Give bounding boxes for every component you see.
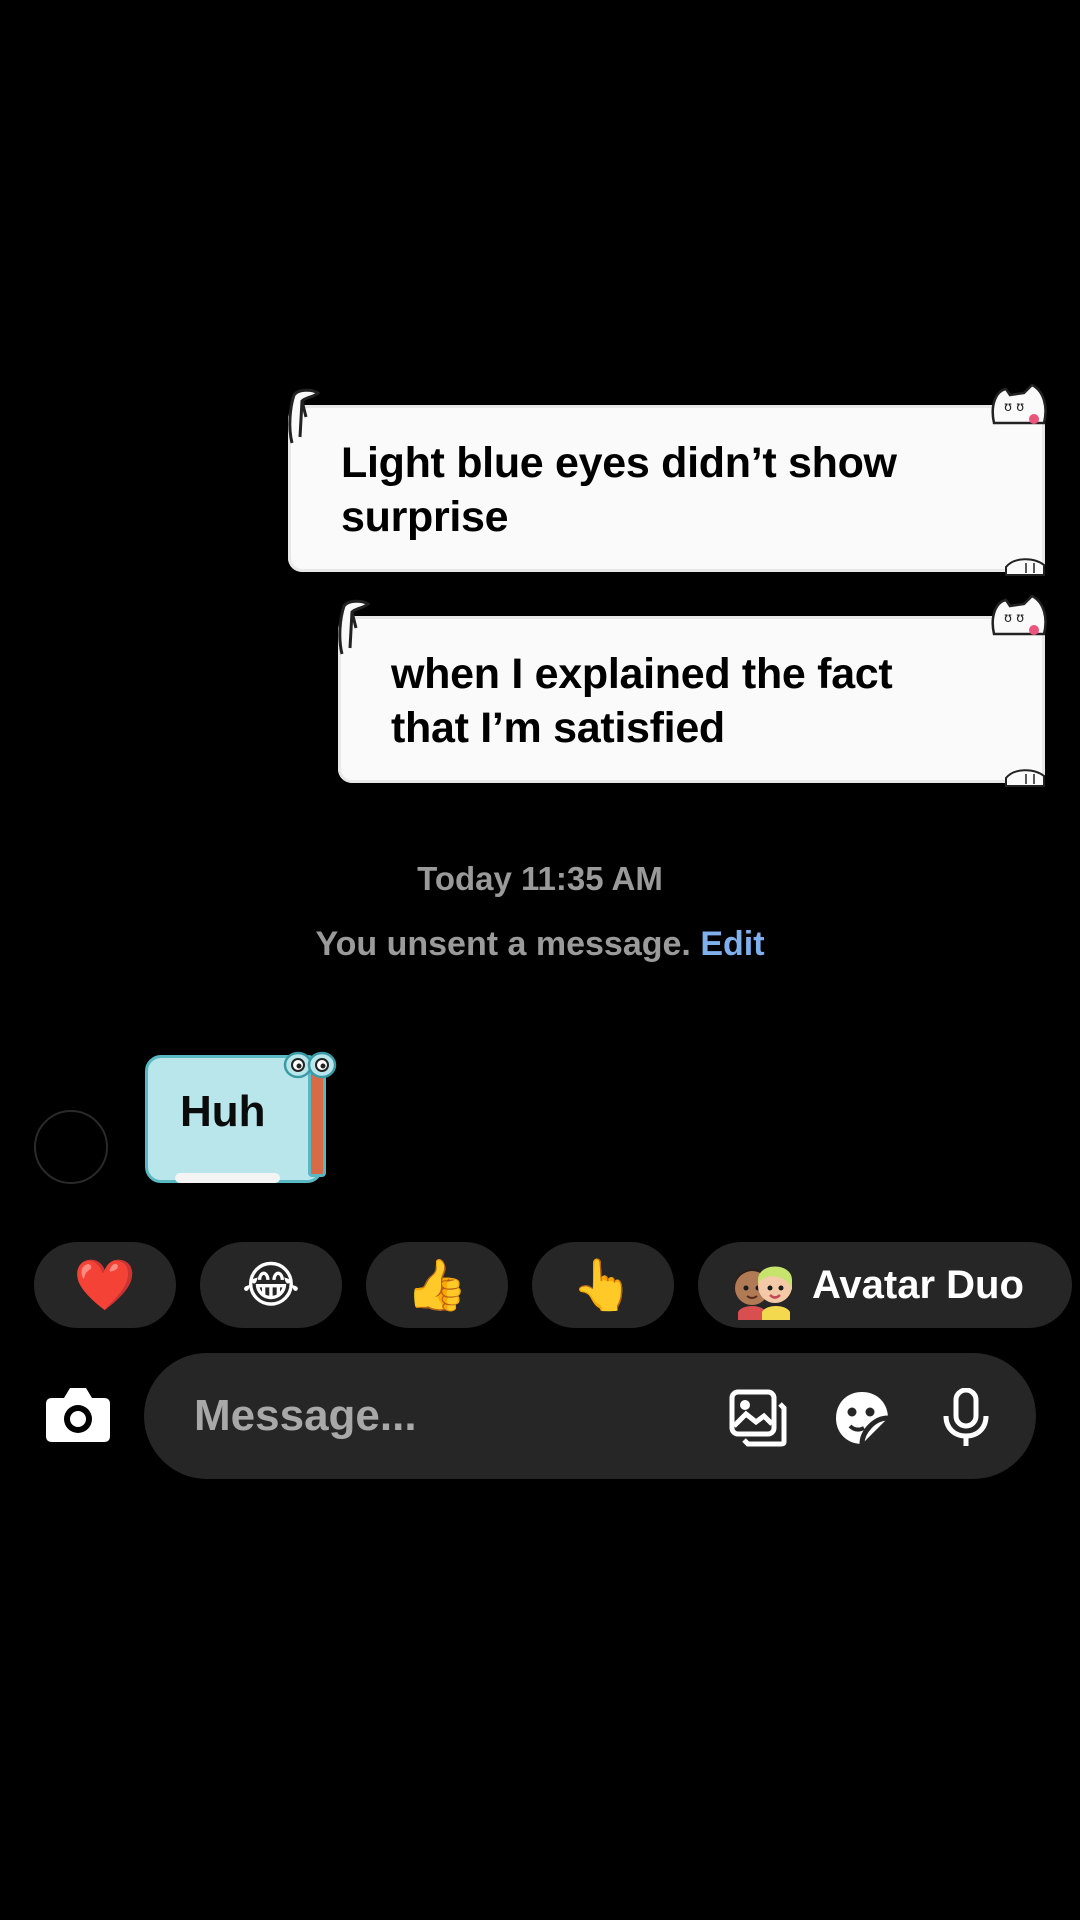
sent-message-bubble[interactable]: ʊ ʊ Light blue eyes didn’t show surprise bbox=[288, 383, 1047, 576]
heart-icon: ❤️ bbox=[73, 1257, 137, 1313]
svg-text:ʊ ʊ: ʊ ʊ bbox=[1004, 611, 1024, 626]
laughing-face-icon: 😂 bbox=[241, 1257, 301, 1313]
crocodile-bubble-foot bbox=[175, 1173, 280, 1183]
message-line: surprise bbox=[341, 493, 509, 541]
svg-text:ʊ ʊ: ʊ ʊ bbox=[1004, 400, 1024, 415]
message-line: Light blue eyes didn’t show bbox=[341, 439, 897, 487]
message-line: that I’m satisfied bbox=[391, 704, 725, 752]
avatar-duo-button[interactable]: Avatar Duo bbox=[698, 1242, 1072, 1328]
pointing-up-icon: 👆 bbox=[571, 1257, 635, 1313]
message-text: when I explained the fact that I’m satis… bbox=[391, 647, 893, 755]
sender-avatar[interactable] bbox=[34, 1110, 108, 1184]
sent-message-bubble[interactable]: ʊ ʊ when I explained the fact that I’m s… bbox=[338, 594, 1047, 787]
quick-reaction-laugh[interactable]: 😂 bbox=[200, 1242, 342, 1328]
received-message-bubble[interactable]: Huh bbox=[140, 1045, 340, 1190]
message-timestamp: Today 11:35 AM bbox=[417, 860, 663, 897]
scroll-curl-decoration bbox=[288, 388, 321, 444]
cat-paw-decoration bbox=[1005, 769, 1045, 787]
edit-link[interactable]: Edit bbox=[700, 925, 764, 963]
crocodile-bubble-edge bbox=[308, 1067, 326, 1177]
unsent-notice: You unsent a message. Edit bbox=[0, 925, 1080, 964]
avatar-duo-icon bbox=[735, 1266, 792, 1320]
gallery-icon[interactable] bbox=[728, 1388, 788, 1448]
crocodile-eyes-decoration bbox=[283, 1051, 337, 1079]
cat-face-decoration: ʊ ʊ bbox=[991, 383, 1047, 425]
thumbs-up-icon: 👍 bbox=[405, 1257, 469, 1313]
message-input[interactable] bbox=[194, 1383, 694, 1449]
quick-reaction-thumbs-up[interactable]: 👍 bbox=[366, 1242, 508, 1328]
unsent-notice-text: You unsent a message. bbox=[315, 925, 691, 963]
cat-paw-decoration bbox=[1005, 558, 1045, 576]
avatar-duo-label: Avatar Duo bbox=[812, 1263, 1024, 1307]
message-line: when I explained the fact bbox=[391, 650, 893, 698]
message-composer bbox=[144, 1353, 1036, 1479]
sticker-icon[interactable] bbox=[832, 1388, 892, 1448]
quick-reaction-pointing[interactable]: 👆 bbox=[532, 1242, 674, 1328]
scroll-curl-decoration bbox=[338, 599, 371, 655]
message-text: Light blue eyes didn’t show surprise bbox=[341, 436, 897, 544]
camera-icon[interactable] bbox=[44, 1384, 112, 1446]
quick-reaction-heart[interactable]: ❤️ bbox=[34, 1242, 176, 1328]
cat-face-decoration: ʊ ʊ bbox=[991, 594, 1047, 636]
microphone-icon[interactable] bbox=[936, 1388, 996, 1448]
message-text: Huh bbox=[180, 1087, 266, 1136]
